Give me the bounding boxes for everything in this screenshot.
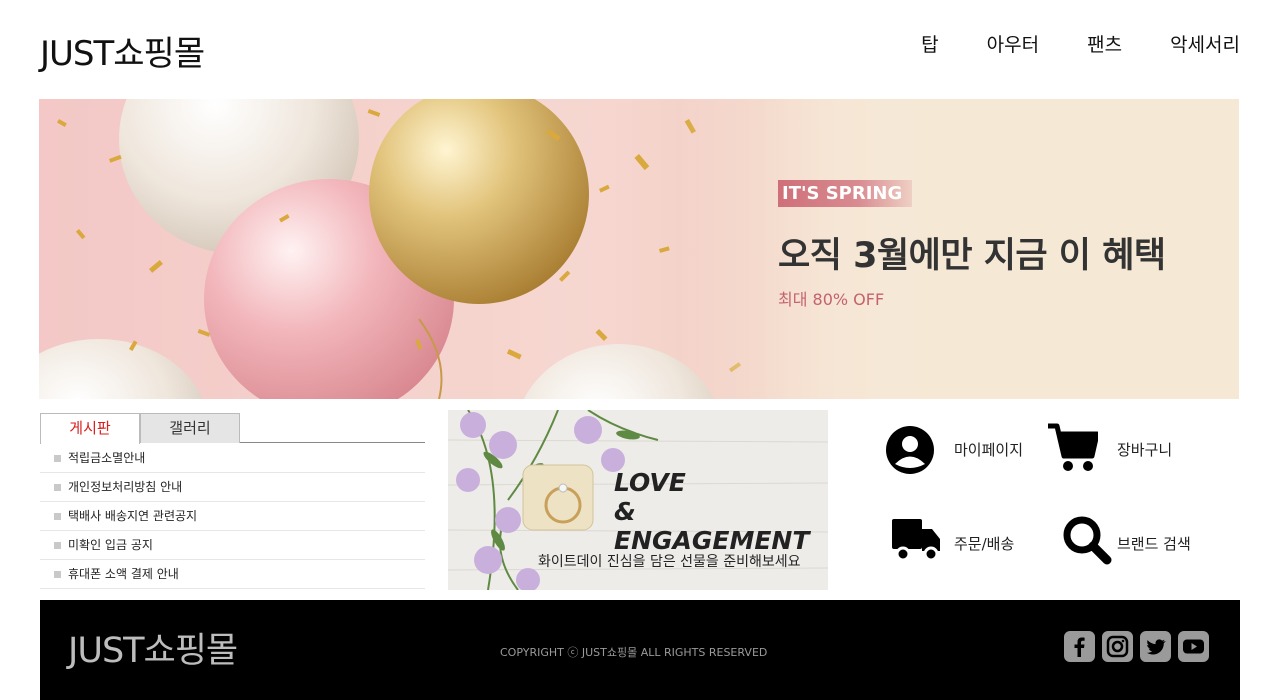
hero-banner[interactable]: IT'S SPRING 오직 3월에만 지금 이 혜택 최대 80% OFF bbox=[39, 99, 1239, 399]
user-circle-icon bbox=[886, 426, 934, 474]
post-title: 적립금소멸안내 bbox=[68, 451, 146, 465]
youtube-glyph bbox=[1183, 639, 1204, 654]
order-delivery-link[interactable]: 주문/배송 bbox=[892, 515, 1052, 569]
twitter-glyph bbox=[1147, 639, 1166, 655]
tab-board[interactable]: 게시판 bbox=[40, 413, 140, 444]
instagram-glyph bbox=[1106, 635, 1129, 658]
bullet-icon bbox=[54, 455, 61, 462]
notice-board: 게시판 갤러리 적립금소멸안내 개인정보처리방침 안내 택배사 배송지연 관련공… bbox=[40, 413, 425, 593]
list-item[interactable]: 개인정보처리방침 안내 bbox=[40, 473, 425, 502]
youtube-icon[interactable] bbox=[1178, 631, 1209, 662]
bullet-icon bbox=[54, 571, 61, 578]
facebook-icon[interactable] bbox=[1064, 631, 1095, 662]
quick-menu: 마이페이지 장바구니 주문/배송 브랜드 검색 bbox=[870, 410, 1240, 590]
hero-tag: IT'S SPRING bbox=[778, 180, 913, 207]
main-nav: 탑 아우터 팬츠 악세서리 bbox=[873, 30, 1240, 57]
hero-subtext: 최대 80% OFF bbox=[778, 290, 885, 309]
list-item[interactable]: 적립금소멸안내 bbox=[40, 444, 425, 473]
promo-title-line2: & ENGAGEMENT bbox=[614, 497, 810, 555]
truck-icon bbox=[892, 519, 940, 562]
list-item[interactable]: 택배사 배송지연 관련공지 bbox=[40, 502, 425, 531]
site-header: JUST쇼핑몰 탑 아우터 팬츠 악세서리 bbox=[40, 0, 1240, 98]
instagram-icon[interactable] bbox=[1102, 631, 1133, 662]
copyright-text: COPYRIGHT ⓒ JUST쇼핑몰 ALL RIGHTS RESERVED bbox=[500, 646, 768, 659]
list-item[interactable]: 휴대폰 소액 결제 안내 bbox=[40, 560, 425, 589]
cart-label: 장바구니 bbox=[1117, 441, 1173, 459]
promo-title-line1: LOVE bbox=[614, 468, 686, 497]
engagement-banner[interactable]: LOVE & ENGAGEMENT 화이트데이 진심을 담은 선물을 준비해보세… bbox=[448, 410, 828, 590]
bullet-icon bbox=[54, 484, 61, 491]
order-delivery-label: 주문/배송 bbox=[954, 535, 1015, 553]
post-title: 미확인 입금 공지 bbox=[68, 538, 153, 552]
list-item[interactable]: 미확인 입금 공지 bbox=[40, 531, 425, 560]
promo-caption: 화이트데이 진심을 담은 선물을 준비해보세요 bbox=[538, 554, 801, 570]
nav-item-accessory[interactable]: 악세서리 bbox=[1170, 30, 1240, 57]
bullet-icon bbox=[54, 542, 61, 549]
tab-gallery[interactable]: 갤러리 bbox=[140, 413, 240, 443]
promo-title: LOVE & ENGAGEMENT bbox=[614, 468, 828, 555]
post-title: 개인정보처리방침 안내 bbox=[68, 480, 183, 494]
nav-item-outer[interactable]: 아우터 bbox=[987, 30, 1039, 57]
post-title: 휴대폰 소액 결제 안내 bbox=[68, 567, 179, 581]
hero-headline: 오직 3월에만 지금 이 혜택 bbox=[778, 236, 1166, 276]
site-footer: JUST쇼핑몰 COPYRIGHT ⓒ JUST쇼핑몰 ALL RIGHTS R… bbox=[40, 600, 1240, 700]
brand-search-label: 브랜드 검색 bbox=[1117, 535, 1191, 553]
cart-link[interactable]: 장바구니 bbox=[1048, 422, 1208, 476]
social-links bbox=[1064, 631, 1209, 662]
nav-item-pants[interactable]: 팬츠 bbox=[1087, 30, 1122, 57]
facebook-glyph bbox=[1074, 637, 1085, 657]
bullet-icon bbox=[54, 513, 61, 520]
mypage-label: 마이페이지 bbox=[954, 441, 1024, 459]
footer-logo[interactable]: JUST쇼핑몰 bbox=[68, 622, 238, 673]
board-tabs: 게시판 갤러리 bbox=[40, 413, 425, 444]
post-list: 적립금소멸안내 개인정보처리방침 안내 택배사 배송지연 관련공지 미확인 입금… bbox=[40, 444, 425, 589]
brand-search-link[interactable]: 브랜드 검색 bbox=[1062, 515, 1222, 569]
post-title: 택배사 배송지연 관련공지 bbox=[68, 509, 198, 523]
mypage-link[interactable]: 마이페이지 bbox=[885, 422, 1045, 476]
cart-icon bbox=[1048, 423, 1098, 471]
twitter-icon[interactable] bbox=[1140, 631, 1171, 662]
nav-item-top[interactable]: 탑 bbox=[921, 30, 938, 57]
search-icon bbox=[1063, 516, 1112, 565]
site-logo[interactable]: JUST쇼핑몰 bbox=[40, 26, 205, 75]
